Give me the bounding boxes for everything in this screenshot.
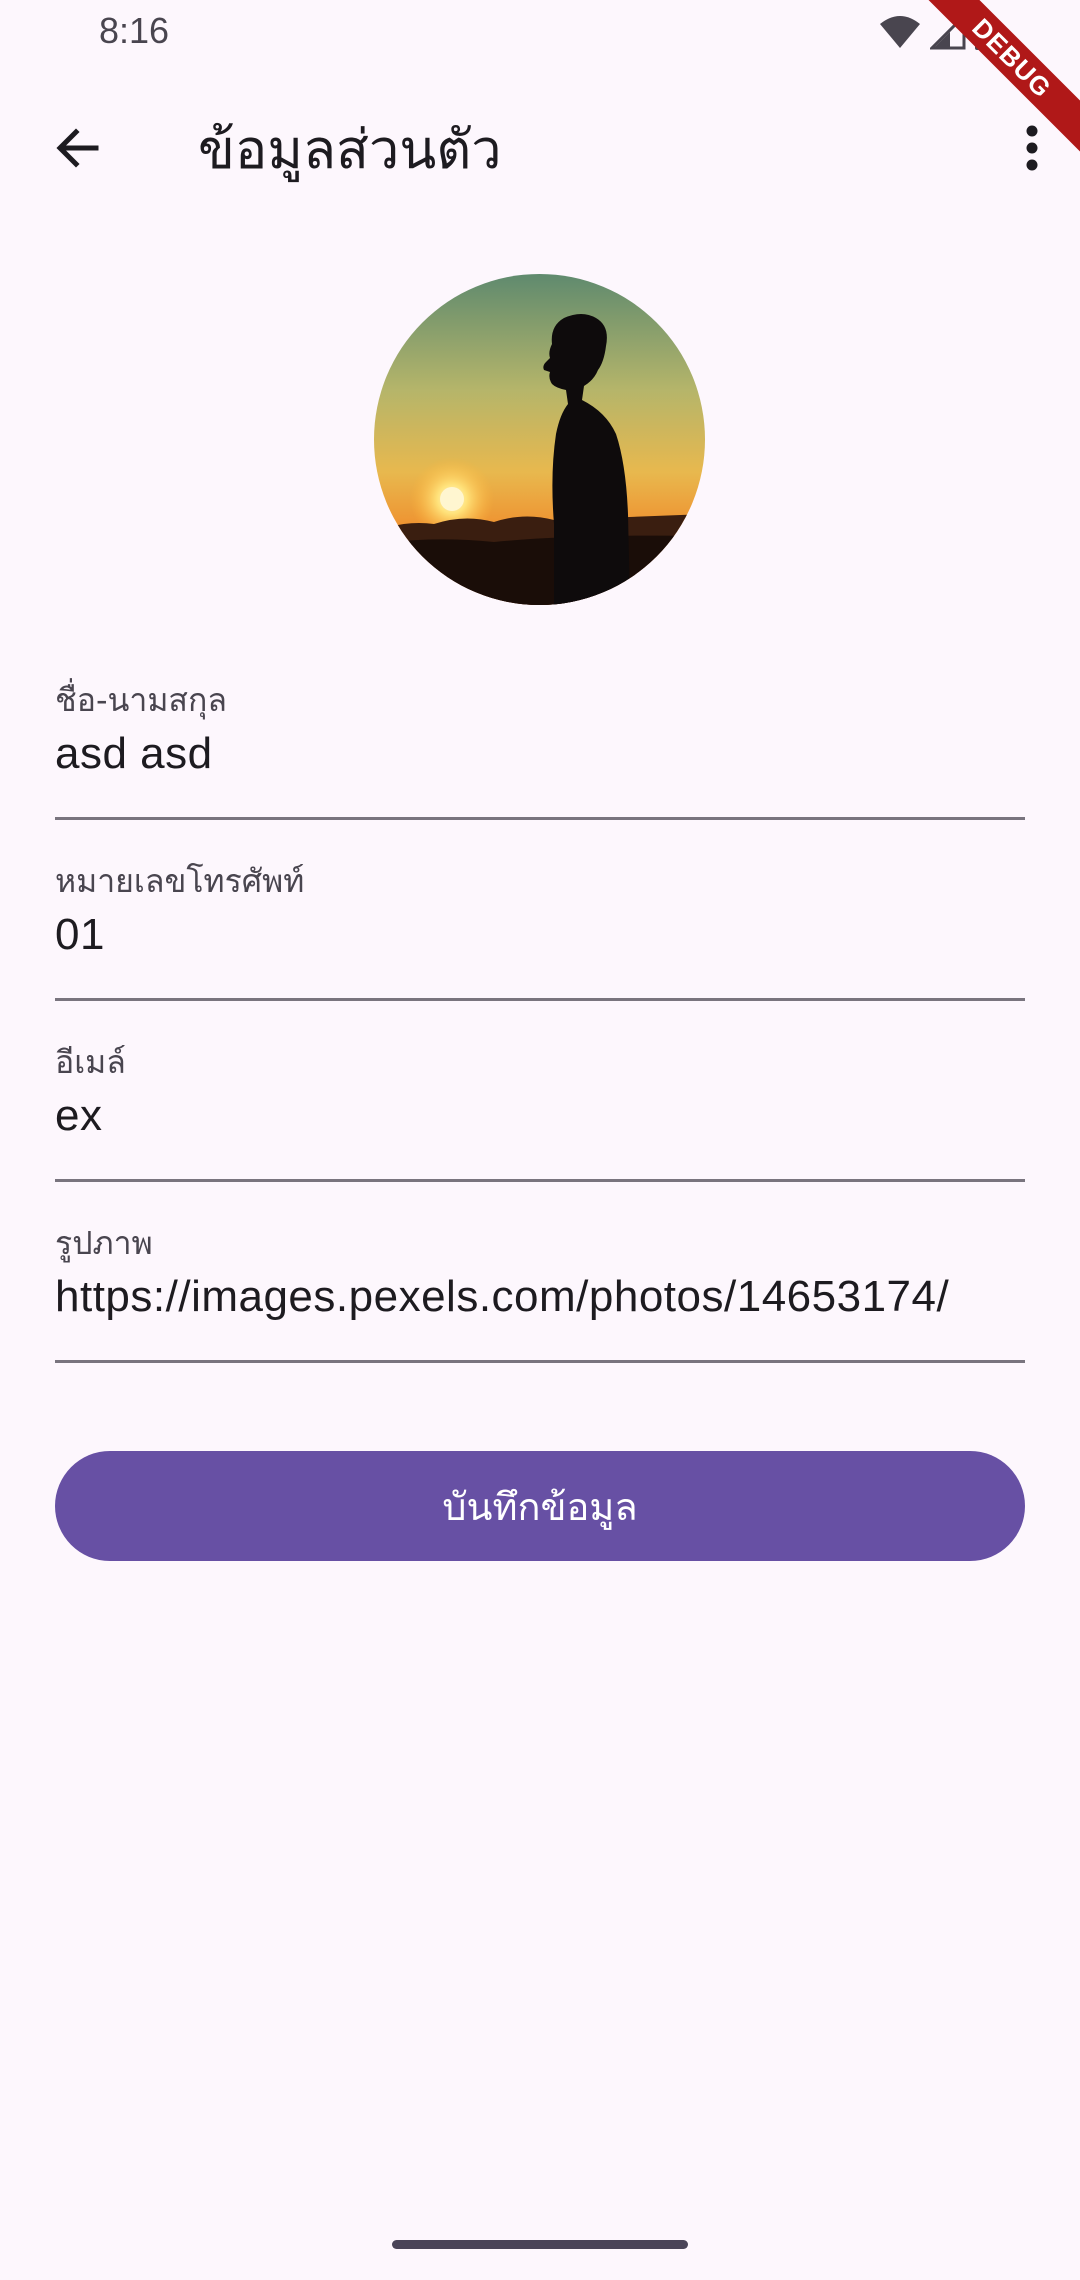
full-name-input[interactable] xyxy=(55,724,1025,784)
status-time: 8:16 xyxy=(99,10,170,51)
full-name-field[interactable]: ชื่อ-นามสกุล xyxy=(55,680,1025,820)
full-name-label: ชื่อ-นามสกุล xyxy=(55,681,227,719)
image-url-input[interactable] xyxy=(55,1267,1025,1327)
arrow-back-icon xyxy=(54,124,102,176)
profile-avatar xyxy=(374,274,705,605)
more-vert-icon xyxy=(1025,124,1039,176)
page-title: ข้อมูลส่วนตัว xyxy=(198,118,502,181)
email-label: อีเมล์ xyxy=(55,1043,126,1081)
email-field[interactable]: อีเมล์ xyxy=(55,1042,1025,1182)
phone-field[interactable]: หมายเลขโทรศัพท์ xyxy=(55,861,1025,1001)
save-button[interactable]: บันทึกข้อมูล xyxy=(55,1451,1025,1561)
signal-icon xyxy=(928,12,966,54)
back-button[interactable] xyxy=(36,108,120,192)
home-gesture-bar[interactable] xyxy=(392,2240,688,2249)
avatar-sunset-silhouette xyxy=(374,274,705,605)
more-options-button[interactable] xyxy=(996,108,1068,192)
email-input[interactable] xyxy=(55,1086,1025,1146)
status-bar: 8:16 xyxy=(0,0,1080,64)
app-bar: ข้อมูลส่วนตัว xyxy=(0,64,1080,220)
status-icons xyxy=(878,12,996,55)
image-url-label: รูปภาพ xyxy=(55,1224,153,1262)
phone-label: หมายเลขโทรศัพท์ xyxy=(55,862,305,900)
wifi-icon xyxy=(878,14,922,54)
image-url-field[interactable]: รูปภาพ xyxy=(55,1223,1025,1363)
phone-input[interactable] xyxy=(55,905,1025,965)
battery-icon xyxy=(974,13,996,55)
